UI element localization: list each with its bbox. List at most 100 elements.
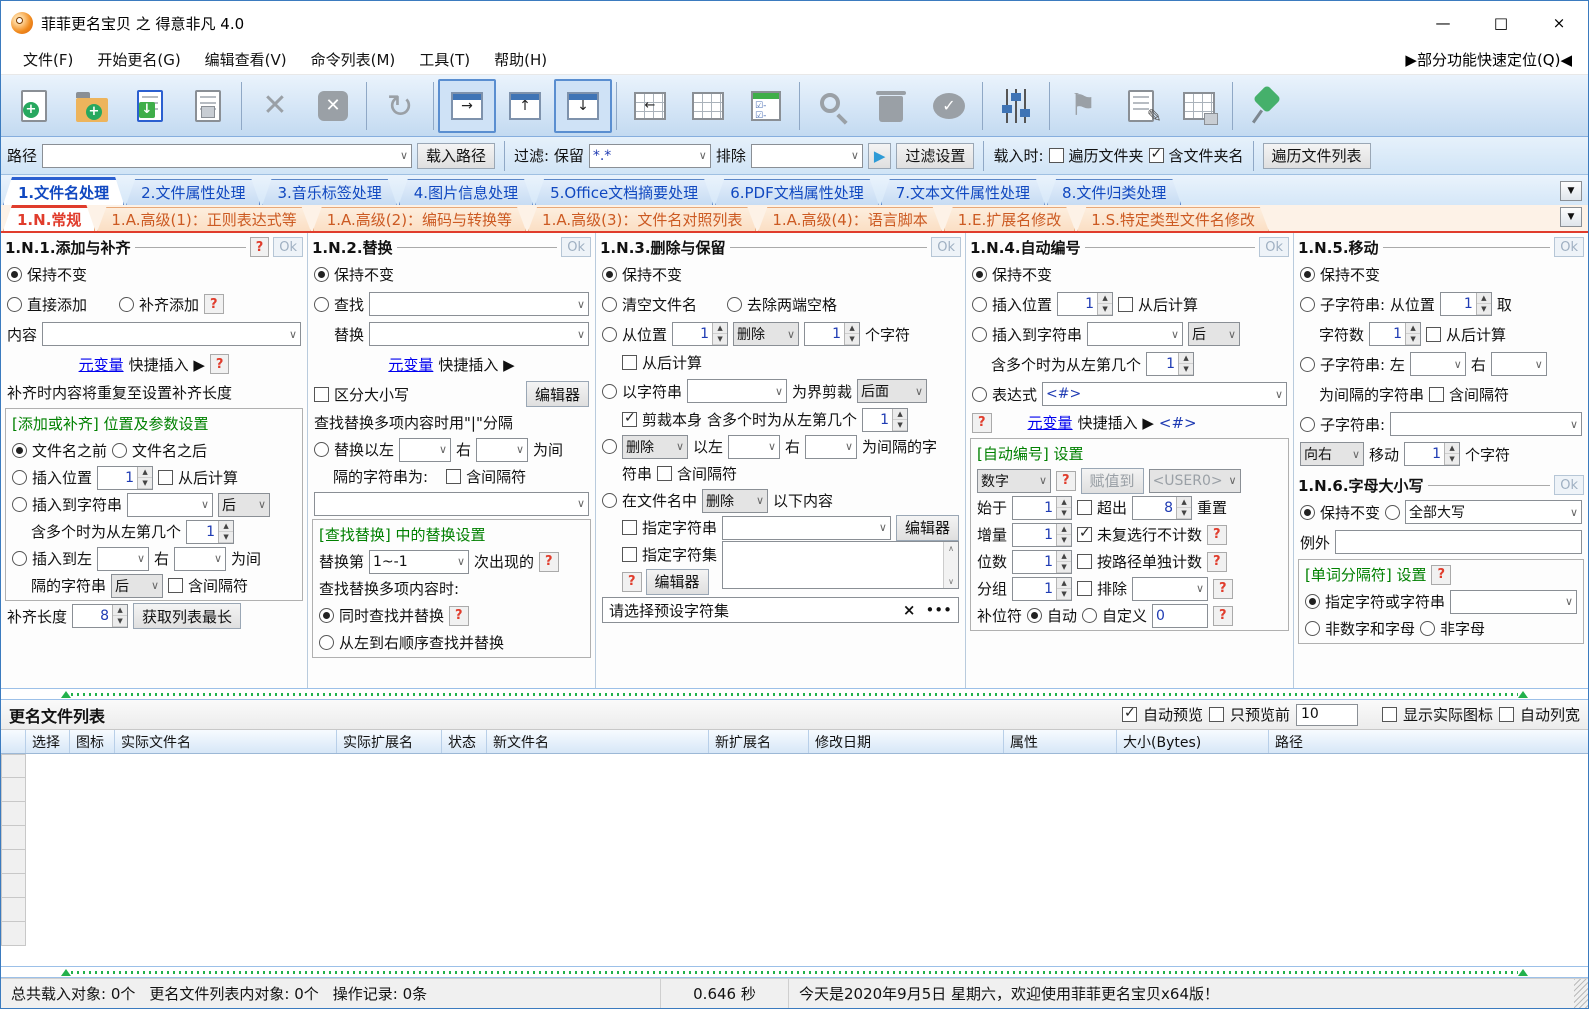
- p3-incl-sep-checkbox[interactable]: [657, 466, 673, 481]
- p1-insert-str-combobox[interactable]: ∨: [127, 492, 214, 517]
- pin-button[interactable]: [1237, 79, 1295, 133]
- p5-right-combobox[interactable]: ∨: [1490, 352, 1547, 376]
- subtab-mapping-list[interactable]: 1.A.高级(3)：文件名对照列表: [528, 207, 756, 231]
- p3-preset-clear-icon[interactable]: ×: [903, 601, 916, 619]
- menu-edit-view[interactable]: 编辑查看(V): [193, 49, 299, 70]
- p3-from-end-checkbox[interactable]: [622, 355, 637, 370]
- col-actual-name[interactable]: 实际文件名: [115, 730, 337, 753]
- layout-top-panel-button[interactable]: ↑: [496, 79, 554, 133]
- p1-insert-left-radio[interactable]: [12, 551, 27, 566]
- p3-right-combobox[interactable]: ∨: [805, 434, 858, 459]
- p2-simul-radio[interactable]: [319, 608, 334, 623]
- layout-bottom-panel-button[interactable]: ↓: [554, 78, 612, 133]
- p4-expr-radio[interactable]: [972, 386, 987, 402]
- preview-count-input[interactable]: 10: [1295, 703, 1358, 726]
- tab-filename[interactable]: 1.文件名处理: [3, 177, 124, 205]
- p4-auto-radio[interactable]: [1027, 608, 1043, 623]
- p3-back-combobox[interactable]: 后面 ∨: [857, 379, 928, 403]
- p4-pos-spinner[interactable]: 1 ▲ ▼: [1057, 292, 1114, 316]
- subtab-script[interactable]: 1.A.高级(4)：语言脚本: [758, 207, 941, 231]
- menu-help[interactable]: 帮助(H): [482, 49, 559, 70]
- p3-del2-combobox[interactable]: 删除 ∨: [622, 434, 688, 459]
- splitter-top[interactable]: [1, 688, 1588, 700]
- include-folder-name-checkbox[interactable]: [1148, 146, 1164, 163]
- p1-keep-radio[interactable]: [7, 266, 22, 282]
- p4-inc-spinner[interactable]: 1 ▲ ▼: [1012, 522, 1073, 547]
- p2-seq-radio[interactable]: [319, 635, 334, 650]
- quick-locate-link[interactable]: ▶部分功能快速定位(Q)◀: [1405, 49, 1578, 70]
- p1-direct-add-radio[interactable]: [7, 296, 22, 312]
- load-path-button[interactable]: 载入路径: [417, 142, 496, 169]
- layout-right-panel-button[interactable]: →: [438, 78, 496, 133]
- col-size[interactable]: 大小(Bytes): [1117, 730, 1269, 753]
- p5-from-end-checkbox[interactable]: [1426, 326, 1442, 342]
- remove-item-button[interactable]: ✕: [246, 79, 304, 133]
- p2-metavar-link[interactable]: 元变量: [388, 354, 433, 375]
- tab-office-summary[interactable]: 5.Office文档摘要处理: [535, 179, 713, 205]
- p3-preset-more-icon[interactable]: •••: [925, 601, 952, 619]
- menu-command-list[interactable]: 命令列表(M): [299, 49, 408, 70]
- p3-from-pos-radio[interactable]: [602, 326, 617, 342]
- panel5-ok-button[interactable]: Ok: [1554, 237, 1584, 257]
- refresh-button[interactable]: ↻: [371, 79, 429, 133]
- p4-custom-input[interactable]: 0: [1152, 603, 1209, 628]
- p6-spec-combobox[interactable]: ∨: [1450, 589, 1577, 614]
- p3-spec-str-checkbox[interactable]: [622, 520, 637, 535]
- p4-from-end-checkbox[interactable]: [1118, 296, 1134, 312]
- p6-except-input[interactable]: [1335, 530, 1582, 554]
- p2-replace-combobox[interactable]: ∨: [369, 322, 589, 346]
- filter-keep-combobox[interactable]: *.* ∨: [588, 143, 711, 168]
- p4-exclude-combobox[interactable]: ∨: [1132, 576, 1209, 601]
- col-icon[interactable]: 图标: [70, 730, 115, 753]
- p1-insert-pos-radio[interactable]: [12, 470, 27, 485]
- panel2-ok-button[interactable]: Ok: [561, 237, 591, 257]
- edit-list-button[interactable]: ✎: [1112, 79, 1170, 133]
- p1-pad-add-radio[interactable]: [119, 296, 135, 312]
- p3-by-str-combobox[interactable]: ∨: [687, 379, 788, 403]
- p3-crop-self-checkbox[interactable]: [622, 410, 637, 427]
- p4-group-spinner[interactable]: 1 ▲ ▼: [1012, 576, 1073, 601]
- menu-tools[interactable]: 工具(T): [407, 49, 482, 70]
- main-tabs-overflow-button[interactable]: ▼: [1560, 181, 1582, 201]
- p1-get-longest-button[interactable]: 获取列表最长: [133, 603, 242, 629]
- p4-per-path-checkbox[interactable]: [1077, 554, 1093, 569]
- col-path[interactable]: 路径: [1269, 730, 1588, 753]
- p1-sep-pos-combobox[interactable]: 后 ∨: [111, 573, 164, 598]
- p1-pad-len-spinner[interactable]: 8 ▲ ▼: [72, 604, 129, 628]
- p1-nth-spinner[interactable]: 1 ▲ ▼: [186, 519, 235, 544]
- p1-quick-insert-label[interactable]: 快捷插入 ▶: [129, 354, 205, 375]
- p1-incl-sep-checkbox[interactable]: [168, 578, 184, 593]
- p3-in-name-radio[interactable]: [602, 493, 617, 508]
- close-button[interactable]: ×: [1530, 5, 1588, 41]
- p2-editor-button[interactable]: 编辑器: [525, 381, 589, 407]
- p3-nth-spinner[interactable]: 1 ▲ ▼: [862, 407, 909, 432]
- load-list-button[interactable]: ↓: [121, 79, 179, 133]
- p2-simul-help-button[interactable]: ?: [449, 605, 469, 626]
- p4-assign-button[interactable]: 赋值到: [1080, 467, 1144, 494]
- p5-move-spinner[interactable]: 1 ▲ ▼: [1404, 442, 1461, 466]
- p2-right-combobox[interactable]: ∨: [476, 437, 529, 462]
- p4-nth-spinner[interactable]: 1 ▲ ▼: [1146, 352, 1195, 376]
- show-icons-checkbox[interactable]: [1381, 707, 1397, 722]
- maximize-button[interactable]: □: [1472, 5, 1530, 41]
- p2-find-combobox[interactable]: ∨: [369, 292, 589, 316]
- p5-count-spinner[interactable]: 1 ▲ ▼: [1369, 322, 1422, 346]
- p4-metavar-link[interactable]: 元变量: [1028, 412, 1073, 433]
- file-table-body[interactable]: [1, 754, 1588, 966]
- p3-left-combobox[interactable]: ∨: [728, 434, 781, 459]
- col-status[interactable]: 状态: [442, 730, 487, 753]
- subtab-normal[interactable]: 1.N.常规: [3, 205, 95, 231]
- p4-start-spinner[interactable]: 1 ▲ ▼: [1012, 495, 1073, 520]
- p4-type-combobox[interactable]: 数字 ∨: [977, 468, 1051, 493]
- p4-exclude-help-button[interactable]: ?: [1213, 578, 1233, 599]
- p3-charset-textarea[interactable]: ∧ ∨: [722, 541, 959, 589]
- p4-exceed-checkbox[interactable]: [1077, 500, 1093, 515]
- col-new-ext[interactable]: 新扩展名: [709, 730, 809, 753]
- preview-first-checkbox[interactable]: [1208, 707, 1224, 722]
- p6-keep-radio[interactable]: [1300, 504, 1315, 520]
- subtab-encoding[interactable]: 1.A.高级(2)：编码与转换等: [313, 207, 526, 231]
- column-select-button[interactable]: [679, 79, 737, 133]
- p3-pos-spinner[interactable]: 1 ▲ ▼: [672, 322, 729, 346]
- p6-non-alpha-radio[interactable]: [1420, 621, 1436, 636]
- p5-sub-radio[interactable]: [1300, 416, 1315, 432]
